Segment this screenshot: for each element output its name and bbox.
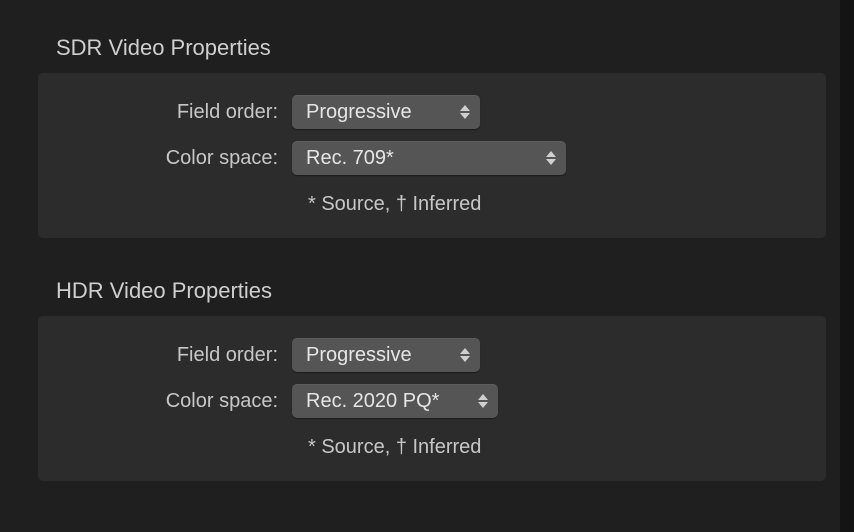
sdr-field-order-row: Field order: Progressive [62, 95, 802, 129]
hdr-legend-note: * Source, † Inferred [62, 436, 802, 459]
hdr-field-order-row: Field order: Progressive [62, 338, 802, 372]
sdr-section-title: SDR Video Properties [56, 35, 826, 61]
hdr-color-space-value: Rec. 2020 PQ* [306, 390, 439, 413]
updown-icon [546, 151, 556, 165]
sdr-video-properties-section: SDR Video Properties Field order: Progre… [38, 35, 826, 238]
hdr-panel: Field order: Progressive Color space: Re… [38, 316, 826, 481]
hdr-video-properties-section: HDR Video Properties Field order: Progre… [38, 278, 826, 481]
sdr-color-space-value: Rec. 709* [306, 147, 394, 170]
hdr-field-order-select[interactable]: Progressive [292, 338, 480, 372]
hdr-color-space-label: Color space: [62, 390, 292, 413]
sdr-field-order-label: Field order: [62, 101, 292, 124]
right-panel-divider [840, 0, 854, 532]
sdr-field-order-select[interactable]: Progressive [292, 95, 480, 129]
updown-icon [460, 348, 470, 362]
updown-icon [478, 394, 488, 408]
sdr-legend-note: * Source, † Inferred [62, 193, 802, 216]
hdr-color-space-row: Color space: Rec. 2020 PQ* [62, 384, 802, 418]
hdr-field-order-label: Field order: [62, 344, 292, 367]
hdr-section-title: HDR Video Properties [56, 278, 826, 304]
sdr-color-space-label: Color space: [62, 147, 292, 170]
sdr-color-space-row: Color space: Rec. 709* [62, 141, 802, 175]
updown-icon [460, 105, 470, 119]
sdr-color-space-select[interactable]: Rec. 709* [292, 141, 566, 175]
hdr-field-order-value: Progressive [306, 344, 412, 367]
hdr-color-space-select[interactable]: Rec. 2020 PQ* [292, 384, 498, 418]
sdr-panel: Field order: Progressive Color space: Re… [38, 73, 826, 238]
sdr-field-order-value: Progressive [306, 101, 412, 124]
